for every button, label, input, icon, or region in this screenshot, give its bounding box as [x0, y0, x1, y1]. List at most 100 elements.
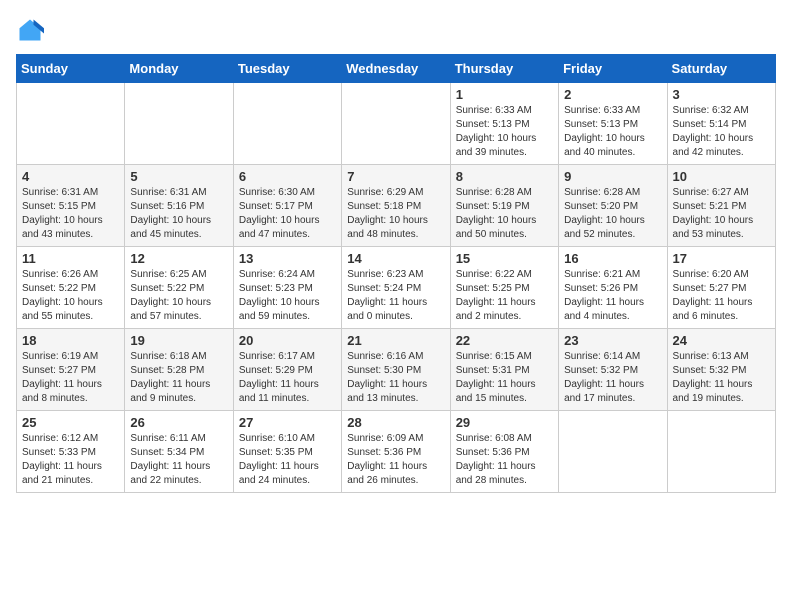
day-number: 16: [564, 251, 661, 266]
calendar-cell: 14 Sunrise: 6:23 AM Sunset: 5:24 PM Dayli…: [342, 247, 450, 329]
day-info: Sunrise: 6:24 AM Sunset: 5:23 PM Dayligh…: [239, 268, 336, 324]
calendar-cell: 24 Sunrise: 6:13 AM Sunset: 5:32 PM Dayli…: [667, 329, 775, 411]
day-info: Sunrise: 6:32 AM Sunset: 5:14 PM Dayligh…: [673, 104, 770, 160]
day-number: 26: [130, 415, 227, 430]
calendar-cell: [233, 83, 341, 165]
day-number: 2: [564, 87, 661, 102]
day-of-week-header: Tuesday: [233, 55, 341, 83]
calendar-cell: 17 Sunrise: 6:20 AM Sunset: 5:27 PM Dayli…: [667, 247, 775, 329]
day-info: Sunrise: 6:19 AM Sunset: 5:27 PM Dayligh…: [22, 350, 119, 406]
calendar-cell: 19 Sunrise: 6:18 AM Sunset: 5:28 PM Dayli…: [125, 329, 233, 411]
day-number: 18: [22, 333, 119, 348]
day-number: 27: [239, 415, 336, 430]
day-number: 20: [239, 333, 336, 348]
calendar-cell: 3 Sunrise: 6:32 AM Sunset: 5:14 PM Daylig…: [667, 83, 775, 165]
day-of-week-header: Monday: [125, 55, 233, 83]
calendar-cell: 23 Sunrise: 6:14 AM Sunset: 5:32 PM Dayli…: [559, 329, 667, 411]
calendar-cell: 2 Sunrise: 6:33 AM Sunset: 5:13 PM Daylig…: [559, 83, 667, 165]
day-number: 23: [564, 333, 661, 348]
day-info: Sunrise: 6:28 AM Sunset: 5:20 PM Dayligh…: [564, 186, 661, 242]
calendar-cell: 18 Sunrise: 6:19 AM Sunset: 5:27 PM Dayli…: [17, 329, 125, 411]
day-number: 7: [347, 169, 444, 184]
day-of-week-header: Sunday: [17, 55, 125, 83]
day-info: Sunrise: 6:29 AM Sunset: 5:18 PM Dayligh…: [347, 186, 444, 242]
calendar-cell: 16 Sunrise: 6:21 AM Sunset: 5:26 PM Dayli…: [559, 247, 667, 329]
calendar-cell: 4 Sunrise: 6:31 AM Sunset: 5:15 PM Daylig…: [17, 165, 125, 247]
day-info: Sunrise: 6:31 AM Sunset: 5:15 PM Dayligh…: [22, 186, 119, 242]
day-number: 19: [130, 333, 227, 348]
calendar-cell: [667, 411, 775, 493]
day-number: 22: [456, 333, 553, 348]
day-number: 6: [239, 169, 336, 184]
day-number: 11: [22, 251, 119, 266]
calendar-cell: 21 Sunrise: 6:16 AM Sunset: 5:30 PM Dayli…: [342, 329, 450, 411]
day-of-week-header: Friday: [559, 55, 667, 83]
calendar-cell: [342, 83, 450, 165]
calendar-cell: 6 Sunrise: 6:30 AM Sunset: 5:17 PM Daylig…: [233, 165, 341, 247]
calendar-week-row: 11 Sunrise: 6:26 AM Sunset: 5:22 PM Dayli…: [17, 247, 776, 329]
day-info: Sunrise: 6:20 AM Sunset: 5:27 PM Dayligh…: [673, 268, 770, 324]
day-number: 24: [673, 333, 770, 348]
day-info: Sunrise: 6:33 AM Sunset: 5:13 PM Dayligh…: [564, 104, 661, 160]
calendar-cell: 11 Sunrise: 6:26 AM Sunset: 5:22 PM Dayli…: [17, 247, 125, 329]
day-number: 13: [239, 251, 336, 266]
day-number: 3: [673, 87, 770, 102]
day-number: 1: [456, 87, 553, 102]
day-of-week-header: Saturday: [667, 55, 775, 83]
calendar-cell: 13 Sunrise: 6:24 AM Sunset: 5:23 PM Dayli…: [233, 247, 341, 329]
day-info: Sunrise: 6:16 AM Sunset: 5:30 PM Dayligh…: [347, 350, 444, 406]
day-info: Sunrise: 6:13 AM Sunset: 5:32 PM Dayligh…: [673, 350, 770, 406]
calendar-cell: 20 Sunrise: 6:17 AM Sunset: 5:29 PM Dayli…: [233, 329, 341, 411]
calendar-header-row: SundayMondayTuesdayWednesdayThursdayFrid…: [17, 55, 776, 83]
day-info: Sunrise: 6:22 AM Sunset: 5:25 PM Dayligh…: [456, 268, 553, 324]
calendar-cell: 26 Sunrise: 6:11 AM Sunset: 5:34 PM Dayli…: [125, 411, 233, 493]
day-number: 5: [130, 169, 227, 184]
day-info: Sunrise: 6:26 AM Sunset: 5:22 PM Dayligh…: [22, 268, 119, 324]
day-info: Sunrise: 6:33 AM Sunset: 5:13 PM Dayligh…: [456, 104, 553, 160]
day-number: 8: [456, 169, 553, 184]
day-info: Sunrise: 6:17 AM Sunset: 5:29 PM Dayligh…: [239, 350, 336, 406]
day-number: 21: [347, 333, 444, 348]
day-info: Sunrise: 6:12 AM Sunset: 5:33 PM Dayligh…: [22, 432, 119, 488]
day-info: Sunrise: 6:30 AM Sunset: 5:17 PM Dayligh…: [239, 186, 336, 242]
day-info: Sunrise: 6:08 AM Sunset: 5:36 PM Dayligh…: [456, 432, 553, 488]
calendar-cell: [125, 83, 233, 165]
day-info: Sunrise: 6:27 AM Sunset: 5:21 PM Dayligh…: [673, 186, 770, 242]
calendar-cell: 8 Sunrise: 6:28 AM Sunset: 5:19 PM Daylig…: [450, 165, 558, 247]
day-number: 12: [130, 251, 227, 266]
day-number: 29: [456, 415, 553, 430]
calendar-cell: 5Sunrise: 6:31 AM Sunset: 5:16 PM Daylig…: [125, 165, 233, 247]
day-number: 10: [673, 169, 770, 184]
day-number: 15: [456, 251, 553, 266]
day-number: 17: [673, 251, 770, 266]
day-number: 14: [347, 251, 444, 266]
day-of-week-header: Wednesday: [342, 55, 450, 83]
day-info: Sunrise: 6:15 AM Sunset: 5:31 PM Dayligh…: [456, 350, 553, 406]
day-info: Sunrise: 6:10 AM Sunset: 5:35 PM Dayligh…: [239, 432, 336, 488]
day-of-week-header: Thursday: [450, 55, 558, 83]
day-info: Sunrise: 6:14 AM Sunset: 5:32 PM Dayligh…: [564, 350, 661, 406]
day-number: 28: [347, 415, 444, 430]
calendar-cell: 27 Sunrise: 6:10 AM Sunset: 5:35 PM Dayli…: [233, 411, 341, 493]
day-number: 4: [22, 169, 119, 184]
logo: [16, 16, 48, 44]
calendar-cell: 15 Sunrise: 6:22 AM Sunset: 5:25 PM Dayli…: [450, 247, 558, 329]
day-info: Sunrise: 6:28 AM Sunset: 5:19 PM Dayligh…: [456, 186, 553, 242]
day-info: Sunrise: 6:11 AM Sunset: 5:34 PM Dayligh…: [130, 432, 227, 488]
calendar-week-row: 18 Sunrise: 6:19 AM Sunset: 5:27 PM Dayli…: [17, 329, 776, 411]
day-number: 25: [22, 415, 119, 430]
calendar-cell: 25 Sunrise: 6:12 AM Sunset: 5:33 PM Dayli…: [17, 411, 125, 493]
calendar-cell: 29 Sunrise: 6:08 AM Sunset: 5:36 PM Dayli…: [450, 411, 558, 493]
day-info: Sunrise: 6:18 AM Sunset: 5:28 PM Dayligh…: [130, 350, 227, 406]
page-header: [16, 16, 776, 44]
calendar-table: SundayMondayTuesdayWednesdayThursdayFrid…: [16, 54, 776, 493]
day-info: Sunrise: 6:23 AM Sunset: 5:24 PM Dayligh…: [347, 268, 444, 324]
day-info: Sunrise: 6:09 AM Sunset: 5:36 PM Dayligh…: [347, 432, 444, 488]
day-info: Sunrise: 6:25 AM Sunset: 5:22 PM Dayligh…: [130, 268, 227, 324]
logo-icon: [16, 16, 44, 44]
calendar-cell: 10 Sunrise: 6:27 AM Sunset: 5:21 PM Dayli…: [667, 165, 775, 247]
day-number: 9: [564, 169, 661, 184]
calendar-cell: 1 Sunrise: 6:33 AM Sunset: 5:13 PM Daylig…: [450, 83, 558, 165]
day-info: Sunrise: 6:21 AM Sunset: 5:26 PM Dayligh…: [564, 268, 661, 324]
calendar-cell: 7 Sunrise: 6:29 AM Sunset: 5:18 PM Daylig…: [342, 165, 450, 247]
